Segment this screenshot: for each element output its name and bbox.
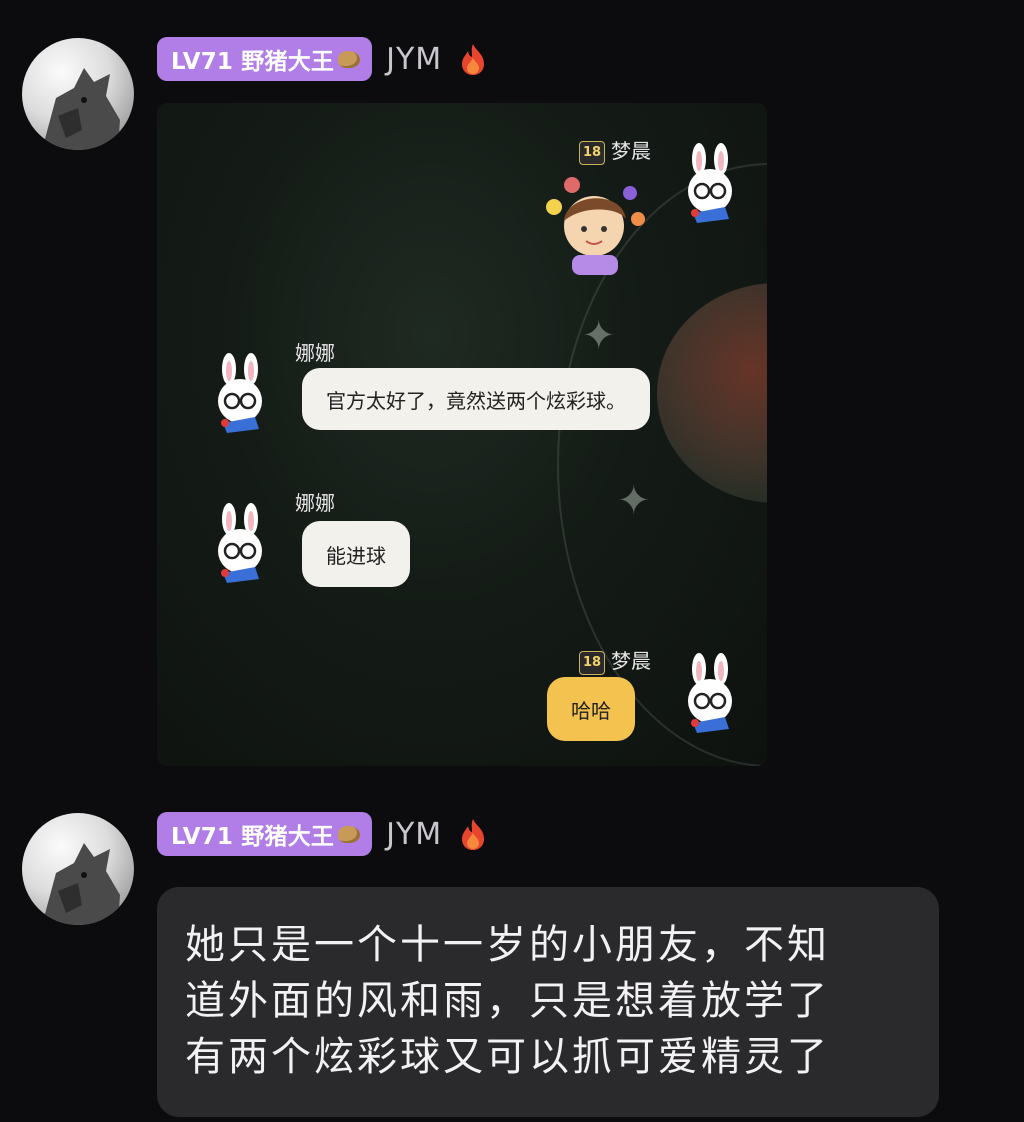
text-message-bubble[interactable]: 她只是一个十一岁的小朋友，不知 道外面的风和雨，只是想着放学了 有两个炫彩球又可… <box>157 887 939 1117</box>
sender-name: 18 梦晨 <box>579 135 651 165</box>
sender-name: 娜娜 <box>295 341 335 365</box>
user-avatar[interactable] <box>22 38 134 150</box>
fire-icon <box>462 819 485 850</box>
rank-badge-icon: 18 <box>579 650 605 675</box>
message-line: 有两个炫彩球又可以抓可爱精灵了 <box>185 1034 830 1080</box>
sender-name: 18 梦晨 <box>579 645 651 675</box>
sparkle-icon: ✦ <box>582 313 616 359</box>
fire-icon <box>462 44 485 75</box>
username[interactable]: JYM <box>386 817 442 852</box>
chat-bubble[interactable]: 官方太好了，竟然送两个炫彩球。 <box>302 368 650 430</box>
bunny-avatar-icon[interactable] <box>205 503 275 585</box>
username[interactable]: JYM <box>386 42 442 77</box>
level-badge[interactable]: LV71 野猪大王 <box>157 812 373 856</box>
bunny-avatar-icon[interactable] <box>675 653 745 735</box>
sparkle-icon: ✦ <box>617 478 651 524</box>
chat-bubble[interactable]: 能进球 <box>302 521 410 587</box>
wolf-avatar-icon <box>42 843 120 925</box>
sender-name: 娜娜 <box>295 491 335 515</box>
rank-badge-icon: 18 <box>579 140 605 165</box>
chat-bubble[interactable]: 哈哈 <box>547 677 635 741</box>
user-avatar[interactable] <box>22 813 134 925</box>
potato-icon <box>338 825 361 843</box>
level-badge-text: LV71 野猪大王 <box>171 824 335 850</box>
message-line: 她只是一个十一岁的小朋友，不知 <box>185 922 830 968</box>
potato-icon <box>338 50 361 68</box>
level-badge-text: LV71 野猪大王 <box>171 49 335 75</box>
level-badge[interactable]: LV71 野猪大王 <box>157 37 373 81</box>
bunny-avatar-icon[interactable] <box>675 143 745 225</box>
chat-screenshot-image[interactable]: ✦ ✦ 18 梦晨 娜娜 官方太好了，竟然送两个炫彩球。 娜娜 能进球 18 梦… <box>157 103 767 766</box>
girl-sticker[interactable] <box>542 171 647 281</box>
wolf-avatar-icon <box>42 68 120 150</box>
bunny-avatar-icon[interactable] <box>205 353 275 435</box>
message-line: 道外面的风和雨，只是想着放学了 <box>185 978 830 1024</box>
